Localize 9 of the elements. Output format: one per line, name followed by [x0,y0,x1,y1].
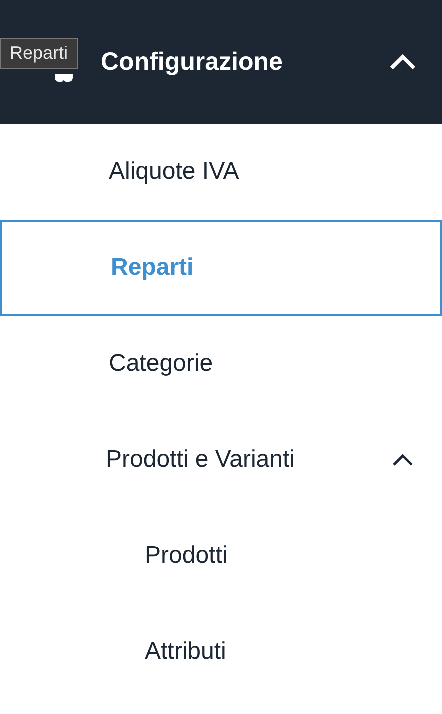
menu-item[interactable]: Prodotti [0,508,442,604]
partial-icon [55,74,73,82]
menu-item[interactable]: Prodotti e Varianti [0,412,442,508]
section-title: Configurazione [101,48,283,76]
menu-item[interactable]: Categorie [0,316,442,412]
chevron-icon [388,52,418,72]
tooltip: Reparti [0,38,78,69]
menu-item[interactable]: Attributi [0,604,442,700]
menu-item[interactable]: Aliquote IVA [0,124,442,220]
